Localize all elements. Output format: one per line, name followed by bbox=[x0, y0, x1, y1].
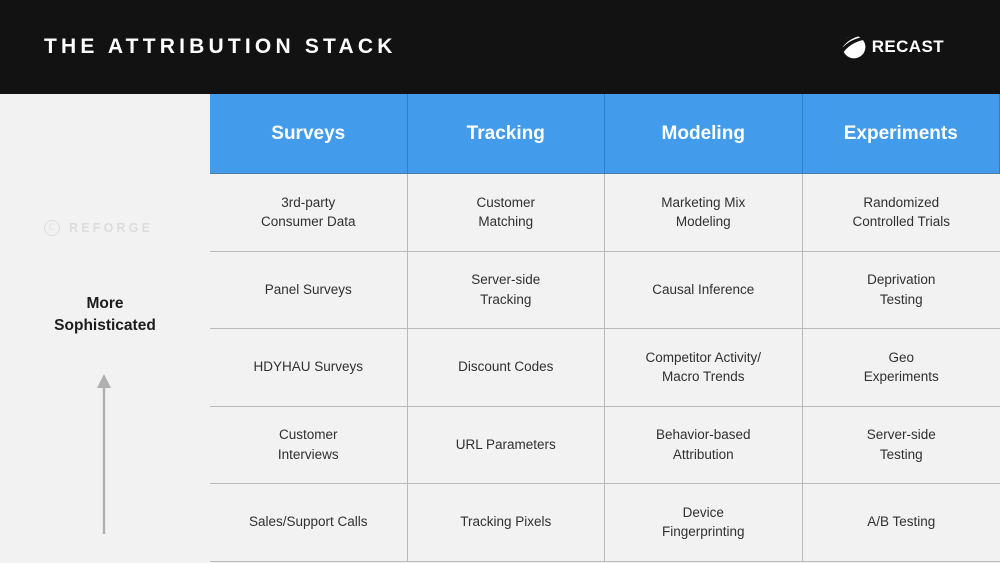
matrix-cell[interactable]: Behavior-based Attribution bbox=[605, 406, 803, 484]
watermark-label: REFORGE bbox=[69, 221, 154, 235]
matrix-cell[interactable]: 3rd-party Consumer Data bbox=[210, 174, 408, 252]
matrix-cell[interactable]: URL Parameters bbox=[407, 406, 605, 484]
matrix-cell[interactable]: Panel Surveys bbox=[210, 251, 408, 329]
matrix-cell[interactable]: Customer Matching bbox=[407, 174, 605, 252]
brand-name: RECAST bbox=[871, 37, 944, 56]
matrix-cell[interactable]: Competitor Activity/ Macro Trends bbox=[605, 329, 803, 407]
matrix-cell[interactable]: Causal Inference bbox=[605, 251, 803, 329]
matrix-cell[interactable]: Sales/Support Calls bbox=[210, 484, 408, 562]
matrix-cell[interactable]: Tracking Pixels bbox=[407, 484, 605, 562]
matrix-cell[interactable]: HDYHAU Surveys bbox=[210, 329, 408, 407]
sophistication-axis-panel: C REFORGE More Sophisticated Less Sophis… bbox=[0, 94, 210, 563]
matrix-cell[interactable]: Marketing Mix Modeling bbox=[605, 174, 803, 252]
reforge-watermark: C REFORGE bbox=[44, 220, 153, 236]
copyright-icon: C bbox=[44, 220, 60, 236]
slide-header-bar: THE ATTRIBUTION STACK RECAST bbox=[0, 0, 1000, 94]
matrix-cell[interactable]: Server-side Testing bbox=[802, 406, 1000, 484]
attribution-matrix: Surveys Tracking Modeling Experiments 3r… bbox=[210, 94, 1000, 563]
brand-lockup: RECAST bbox=[840, 34, 944, 60]
matrix-cell[interactable]: Deprivation Testing bbox=[802, 251, 1000, 329]
matrix-cell[interactable]: Customer Interviews bbox=[210, 406, 408, 484]
matrix-cell[interactable]: Server-side Tracking bbox=[407, 251, 605, 329]
recast-sphere-logo-icon bbox=[840, 34, 866, 59]
column-header-surveys[interactable]: Surveys bbox=[210, 94, 408, 174]
column-header-tracking[interactable]: Tracking bbox=[407, 94, 605, 174]
axis-label-more-sophisticated: More Sophisticated bbox=[54, 295, 156, 334]
up-arrow-icon bbox=[97, 374, 111, 534]
matrix-cell[interactable]: Randomized Controlled Trials bbox=[802, 174, 1000, 252]
column-header-modeling[interactable]: Modeling bbox=[605, 94, 803, 174]
page-title: THE ATTRIBUTION STACK bbox=[44, 35, 397, 58]
matrix-cell[interactable]: A/B Testing bbox=[802, 484, 1000, 562]
matrix-cell[interactable]: Device Fingerprinting bbox=[605, 484, 803, 562]
column-header-experiments[interactable]: Experiments bbox=[802, 94, 1000, 174]
slide-canvas: THE ATTRIBUTION STACK RECAST C REFORGE M… bbox=[0, 0, 1000, 563]
matrix-cell[interactable]: Geo Experiments bbox=[802, 329, 1000, 407]
matrix-cell[interactable]: Discount Codes bbox=[407, 329, 605, 407]
